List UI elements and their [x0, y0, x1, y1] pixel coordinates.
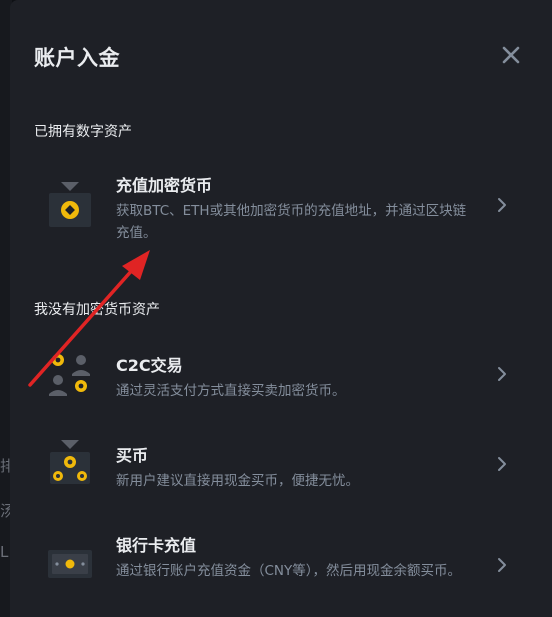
- option-description: 通过银行账户充值资金（CNY等），然后用现金余额买币。: [116, 563, 462, 579]
- chevron-right-icon: [498, 457, 506, 471]
- option-title: 银行卡充值: [116, 536, 197, 555]
- modal-title: 账户入金: [34, 46, 120, 70]
- deposit-modal: 账户入金 已拥有数字资产 充值加密货币 获取BTC、ETH或其他加密货币的充值地…: [10, 0, 552, 617]
- chevron-right-icon: [498, 198, 506, 212]
- buy-coin-icon: [50, 440, 90, 484]
- option-deposit-crypto[interactable]: 充值加密货币 获取BTC、ETH或其他加密货币的充值地址，并通过区块链充值。: [10, 160, 552, 250]
- option-c2c-trade[interactable]: C2C交易 通过灵活支付方式直接买卖加密货币。: [10, 340, 552, 410]
- section-label-no-crypto: 我没有加密货币资产: [34, 302, 160, 318]
- option-description: 通过灵活支付方式直接买卖加密货币。: [116, 383, 346, 399]
- chevron-right-icon: [498, 558, 506, 572]
- option-title: 买币: [116, 446, 149, 465]
- chevron-right-icon: [498, 367, 506, 381]
- option-title: 充值加密货币: [116, 176, 213, 195]
- option-description: 获取BTC、ETH或其他加密货币的充值地址，并通过区块链充值。: [116, 203, 467, 241]
- p2p-users-icon: [49, 354, 90, 396]
- option-bank-card-deposit[interactable]: 银行卡充值 通过银行账户充值资金（CNY等），然后用现金余额买币。: [10, 520, 552, 612]
- option-buy-crypto[interactable]: 买币 新用户建议直接用现金买币，便捷无忧。: [10, 430, 552, 500]
- close-icon: [502, 46, 520, 64]
- wallet-deposit-icon: [49, 182, 91, 227]
- close-button[interactable]: [498, 42, 524, 68]
- section-label-have-crypto: 已拥有数字资产: [34, 124, 132, 140]
- background-text: L: [0, 543, 9, 561]
- bank-card-icon: [48, 550, 92, 578]
- option-description: 新用户建议直接用现金买币，便捷无忧。: [116, 473, 359, 489]
- option-title: C2C交易: [116, 356, 183, 375]
